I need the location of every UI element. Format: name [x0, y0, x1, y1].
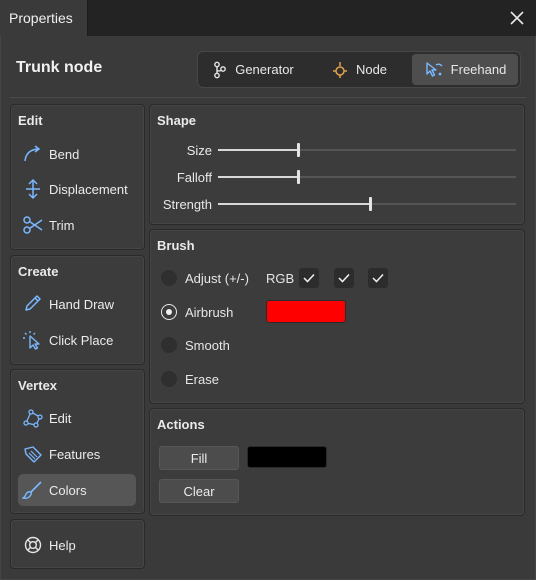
slider-fill [218, 149, 298, 151]
mode-selector: Generator Node Freehand [197, 51, 521, 88]
fill-color-swatch[interactable] [247, 446, 327, 468]
help-button[interactable]: Help [18, 529, 136, 561]
close-icon[interactable] [506, 7, 528, 29]
brush-option-radio[interactable] [161, 270, 177, 286]
actions-panel: Actions Fill Clear [149, 408, 525, 516]
vertex-panel: Vertex Edit Features Colors [10, 369, 145, 514]
freehand-icon [425, 61, 443, 77]
brush-option-radio[interactable] [161, 304, 177, 320]
tool-hand-draw[interactable]: Hand Draw [18, 288, 136, 320]
slider-thumb[interactable] [297, 143, 300, 157]
pencil-icon [25, 295, 41, 311]
displacement-icon [26, 178, 40, 200]
mode-label: Generator [235, 62, 294, 77]
lifebuoy-icon [24, 536, 42, 554]
channel-g-checkbox[interactable] [334, 268, 354, 288]
tool-label: Colors [49, 482, 87, 498]
tool-label: Trim [49, 217, 75, 233]
brush-option-label: Airbrush [185, 305, 234, 320]
create-panel: Create Hand Draw Click Place [10, 255, 145, 365]
panel-title: Shape [157, 113, 197, 128]
mode-node-button[interactable]: Node [306, 54, 412, 85]
fill-button[interactable]: Fill [159, 446, 239, 470]
help-label: Help [49, 537, 76, 553]
clear-button[interactable]: Clear [159, 479, 239, 503]
brush-option-radio[interactable] [161, 371, 177, 387]
slider-label: Size [186, 143, 212, 158]
tool-features[interactable]: Features [18, 438, 136, 470]
slider-fill [218, 203, 370, 205]
slider-thumb[interactable] [297, 170, 300, 184]
tool-click-place[interactable]: Click Place [18, 324, 136, 356]
tool-vertex-edit[interactable]: Edit [18, 402, 136, 434]
tool-label: Displacement [49, 181, 128, 197]
panel-title: Create [18, 264, 59, 279]
tool-label: Hand Draw [49, 296, 115, 312]
brush-option-radio[interactable] [161, 337, 177, 353]
brush-icon [22, 481, 42, 499]
shape-panel: Shape Size Falloff Strength [149, 104, 525, 225]
tool-label: Features [49, 446, 101, 462]
mode-generator-button[interactable]: Generator [200, 54, 306, 85]
vertex-edit-icon [23, 409, 43, 428]
tool-bend[interactable]: Bend [18, 138, 136, 170]
panel-title: Actions [157, 417, 205, 432]
generator-icon [214, 61, 227, 78]
check-icon [372, 273, 384, 283]
strength-slider-row: Strength [158, 194, 518, 214]
brush-option-label: Adjust (+/-) [185, 271, 249, 286]
help-panel: Help [10, 519, 145, 569]
slider-fill [218, 176, 298, 178]
tag-icon [24, 446, 42, 463]
title-bar: Properties [0, 0, 536, 36]
channel-b-checkbox[interactable] [368, 268, 388, 288]
check-icon [338, 273, 350, 283]
edit-panel: Edit Bend Displacement Trim [10, 104, 145, 250]
tool-colors[interactable]: Colors [18, 474, 136, 506]
panel-title: Edit [18, 113, 43, 128]
tool-label: Click Place [49, 332, 114, 348]
panel-title: Vertex [18, 378, 58, 393]
tab-properties[interactable]: Properties [0, 0, 88, 36]
slider-label: Strength [162, 197, 212, 212]
mode-label: Node [355, 62, 388, 77]
size-slider[interactable] [218, 143, 516, 157]
click-place-icon [23, 331, 40, 350]
falloff-slider-row: Falloff [158, 167, 518, 187]
node-icon [332, 61, 347, 78]
slider-thumb[interactable] [369, 197, 372, 211]
slider-label: Falloff [176, 170, 212, 185]
rgb-label: RGB [266, 271, 295, 286]
strength-slider[interactable] [218, 197, 516, 211]
tool-label: Bend [49, 146, 80, 162]
tool-displacement[interactable]: Displacement [18, 173, 136, 205]
scissors-icon [23, 216, 43, 234]
check-icon [303, 273, 315, 283]
brush-option-label: Erase [185, 372, 219, 387]
header-divider [10, 97, 526, 98]
mode-label: Freehand [450, 62, 507, 77]
tool-trim[interactable]: Trim [18, 209, 136, 241]
page-title: Trunk node [16, 59, 103, 76]
tool-label: Edit [49, 410, 72, 426]
brush-panel: Brush Adjust (+/-) RGB Airbrush Smooth E… [149, 229, 525, 404]
channel-r-checkbox[interactable] [299, 268, 319, 288]
size-slider-row: Size [158, 140, 518, 160]
bend-icon [24, 145, 41, 162]
falloff-slider[interactable] [218, 170, 516, 184]
panel-title: Brush [157, 238, 195, 253]
brush-option-label: Smooth [185, 338, 230, 353]
airbrush-color-swatch[interactable] [266, 300, 346, 323]
mode-freehand-button[interactable]: Freehand [412, 54, 518, 85]
